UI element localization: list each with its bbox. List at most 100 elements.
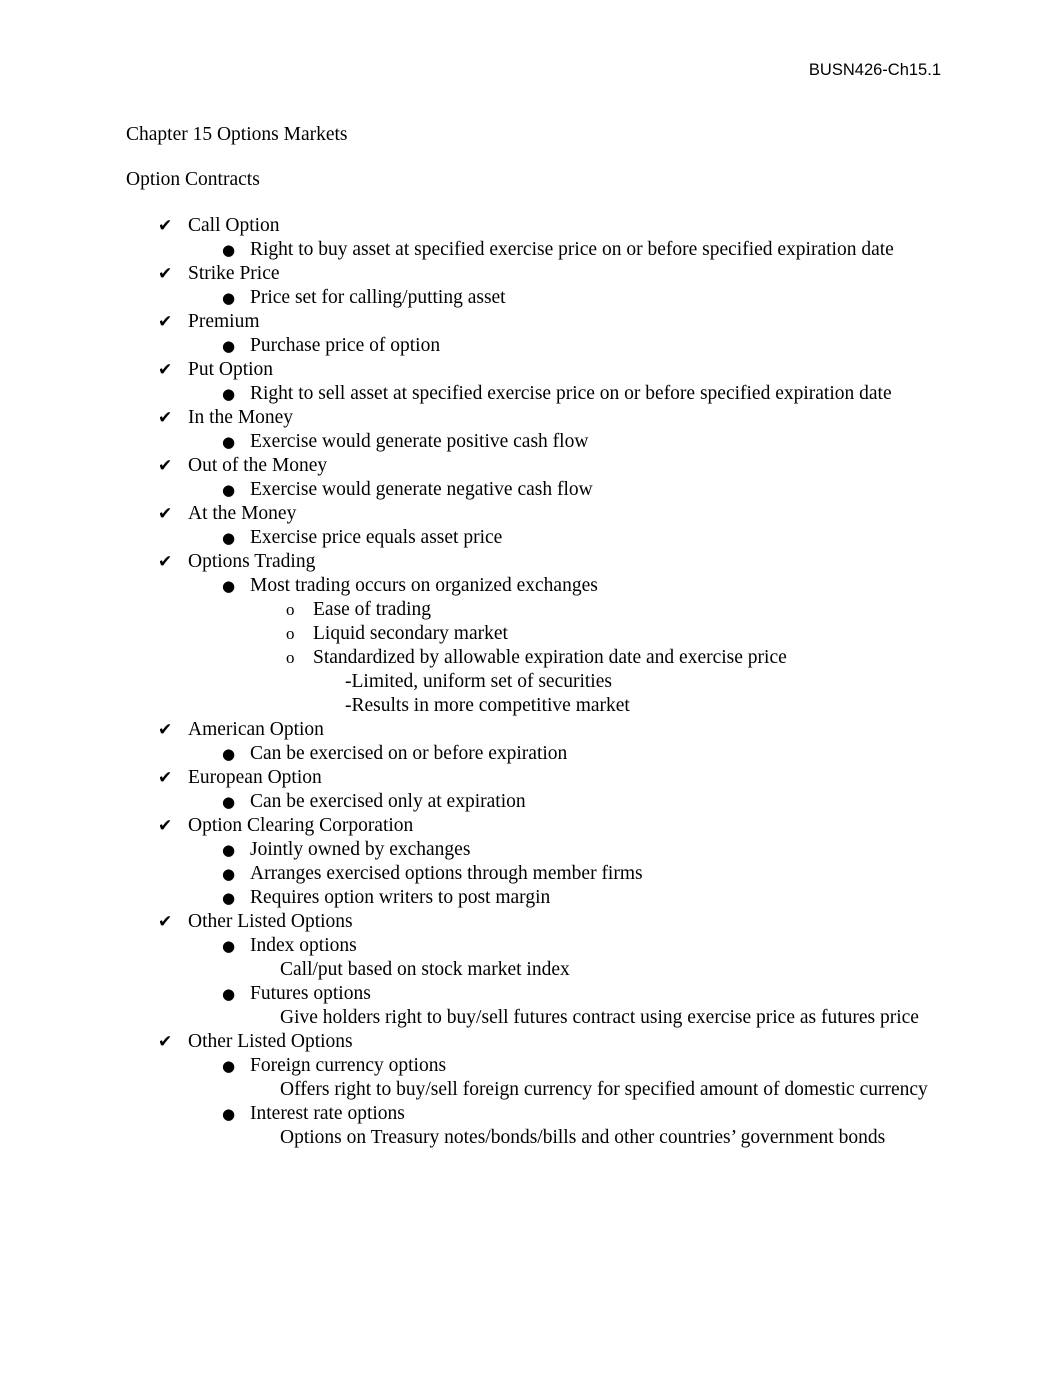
outline-item-level-2: ● Price set for calling/putting asset: [126, 286, 946, 310]
outline-item-level-2: ● Right to buy asset at specified exercis…: [126, 238, 946, 262]
check-bullet-icon: ✔: [158, 912, 173, 932]
outline-item-label: Requires option writers to post margin: [250, 887, 551, 908]
outline-item-level-3: Offers right to buy/sell foreign currenc…: [126, 1078, 946, 1102]
outline-item-level-1: ✔ Premium: [126, 310, 946, 334]
outline-item-label: Strike Price: [188, 263, 280, 284]
disc-bullet-icon: ●: [222, 577, 236, 595]
outline-item-label: Foreign currency options: [250, 1055, 447, 1076]
outline-item-level-3: o Liquid secondary market: [126, 622, 946, 646]
outline-item-label: Options on Treasury notes/bonds/bills an…: [280, 1127, 886, 1148]
outline-item-label: Option Clearing Corporation: [188, 815, 414, 836]
disc-bullet-icon: ●: [222, 841, 236, 859]
outline-item-label: Offers right to buy/sell foreign currenc…: [280, 1079, 928, 1100]
disc-bullet-icon: ●: [222, 1057, 236, 1075]
check-bullet-icon: ✔: [158, 456, 173, 476]
outline-item-level-2: ● Foreign currency options: [126, 1054, 946, 1078]
outline-item-level-1: ✔ Out of the Money: [126, 454, 946, 478]
outline-item-level-2: ● Right to sell asset at specified exerci…: [126, 382, 946, 406]
outline-item-level-2: ● Exercise would generate negative cash f…: [126, 478, 946, 502]
check-bullet-icon: ✔: [158, 312, 173, 332]
check-bullet-icon: ✔: [158, 216, 173, 236]
outline-item-level-4: -Results in more competitive market: [126, 694, 946, 718]
outline-item-level-2: ● Requires option writers to post margin: [126, 886, 946, 910]
outline-item-label: Interest rate options: [250, 1103, 405, 1124]
outline-item-level-3: Options on Treasury notes/bonds/bills an…: [126, 1126, 946, 1150]
check-bullet-icon: ✔: [158, 816, 173, 836]
outline-item-level-2: ● Interest rate options: [126, 1102, 946, 1126]
check-bullet-icon: ✔: [158, 1032, 173, 1052]
disc-bullet-icon: ●: [222, 793, 236, 811]
disc-bullet-icon: ●: [222, 937, 236, 955]
outline-item-label: -Limited, uniform set of securities: [345, 671, 612, 692]
outline-item-level-1: ✔ Put Option: [126, 358, 946, 382]
outline-item-label: In the Money: [188, 407, 294, 428]
outline-item-label: Out of the Money: [188, 455, 328, 476]
outline-item-label: Exercise price equals asset price: [250, 527, 503, 548]
outline-item-label: Other Listed Options: [188, 911, 353, 932]
outline-item-label: Put Option: [188, 359, 274, 380]
outline-item-level-1: ✔ In the Money: [126, 406, 946, 430]
disc-bullet-icon: ●: [222, 1105, 236, 1123]
check-bullet-icon: ✔: [158, 504, 173, 524]
document-body: Chapter 15 Options Markets Option Contra…: [126, 123, 946, 1150]
disc-bullet-icon: ●: [222, 433, 236, 451]
outline-item-level-1: ✔ Strike Price: [126, 262, 946, 286]
circle-bullet-icon: o: [286, 600, 295, 619]
circle-bullet-icon: o: [286, 648, 295, 667]
outline-item-label: Jointly owned by exchanges: [250, 839, 471, 860]
outline-item-label: Premium: [188, 311, 260, 332]
outline-item-level-1: ✔ American Option: [126, 718, 946, 742]
outline-item-label: -Results in more competitive market: [345, 695, 630, 716]
outline-item-label: Purchase price of option: [250, 335, 441, 356]
outline-item-label: At the Money: [188, 503, 297, 524]
outline-item-level-1: ✔ Call Option: [126, 214, 946, 238]
outline-item-level-2: ● Exercise price equals asset price: [126, 526, 946, 550]
outline-item-label: Options Trading: [188, 551, 316, 572]
circle-bullet-icon: o: [286, 624, 295, 643]
outline-item-label: Index options: [250, 935, 357, 956]
outline-item-level-3: o Standardized by allowable expiration da…: [126, 646, 946, 670]
outline-item-label: Call/put based on stock market index: [280, 959, 570, 980]
outline-item-label: Exercise would generate negative cash fl…: [250, 479, 593, 500]
outline-item-label: Can be exercised only at expiration: [250, 791, 526, 812]
chapter-title: Chapter 15 Options Markets: [126, 124, 348, 145]
outline-item-level-1: ✔ Option Clearing Corporation: [126, 814, 946, 838]
outline-item-label: Right to buy asset at specified exercise…: [250, 239, 894, 260]
disc-bullet-icon: ●: [222, 529, 236, 547]
check-bullet-icon: ✔: [158, 552, 173, 572]
outline-item-level-2: ● Can be exercised on or before expiratio…: [126, 742, 946, 766]
outline-item-level-3: Give holders right to buy/sell futures c…: [126, 1006, 946, 1030]
disc-bullet-icon: ●: [222, 865, 236, 883]
outline-item-label: Right to sell asset at specified exercis…: [250, 383, 892, 404]
outline-item-level-3: Call/put based on stock market index: [126, 958, 946, 982]
outline-item-label: Exercise would generate positive cash fl…: [250, 431, 589, 452]
outline-item-label: Other Listed Options: [188, 1031, 353, 1052]
outline-item-level-2: ● Most trading occurs on organized exchan…: [126, 574, 946, 598]
outline-item-label: European Option: [188, 767, 322, 788]
disc-bullet-icon: ●: [222, 481, 236, 499]
outline-item-label: Ease of trading: [313, 599, 432, 620]
check-bullet-icon: ✔: [158, 768, 173, 788]
document-page: BUSN426-Ch15.1 Chapter 15 Options Market…: [0, 0, 1062, 1377]
check-bullet-icon: ✔: [158, 264, 173, 284]
outline-item-label: Arranges exercised options through membe…: [250, 863, 643, 884]
disc-bullet-icon: ●: [222, 289, 236, 307]
disc-bullet-icon: ●: [222, 889, 236, 907]
disc-bullet-icon: ●: [222, 745, 236, 763]
outline-item-label: Price set for calling/putting asset: [250, 287, 506, 308]
outline-item-level-2: ● Index options: [126, 934, 946, 958]
disc-bullet-icon: ●: [222, 985, 236, 1003]
outline-item-label: Standardized by allowable expiration dat…: [313, 647, 787, 668]
disc-bullet-icon: ●: [222, 241, 236, 259]
outline-item-label: Liquid secondary market: [313, 623, 508, 644]
outline-item-level-2: ● Exercise would generate positive cash f…: [126, 430, 946, 454]
disc-bullet-icon: ●: [222, 337, 236, 355]
outline-item-level-1: ✔ Other Listed Options: [126, 1030, 946, 1054]
outline-item-level-2: ● Purchase price of option: [126, 334, 946, 358]
page-header: BUSN426-Ch15.1: [808, 61, 941, 79]
outline-item-level-2: ● Jointly owned by exchanges: [126, 838, 946, 862]
outline-item-label: Give holders right to buy/sell futures c…: [280, 1007, 919, 1028]
check-bullet-icon: ✔: [158, 408, 173, 428]
outline-item-level-4: -Limited, uniform set of securities: [126, 670, 946, 694]
outline-item-level-1: ✔ Options Trading: [126, 550, 946, 574]
